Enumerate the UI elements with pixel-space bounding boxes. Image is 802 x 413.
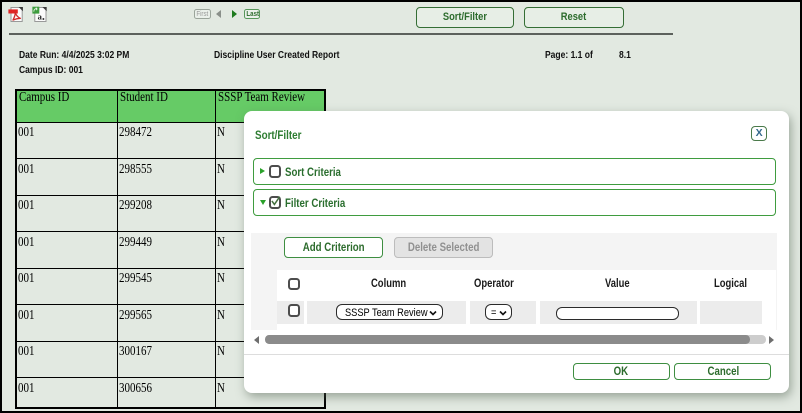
svg-text:a: a xyxy=(37,12,42,22)
